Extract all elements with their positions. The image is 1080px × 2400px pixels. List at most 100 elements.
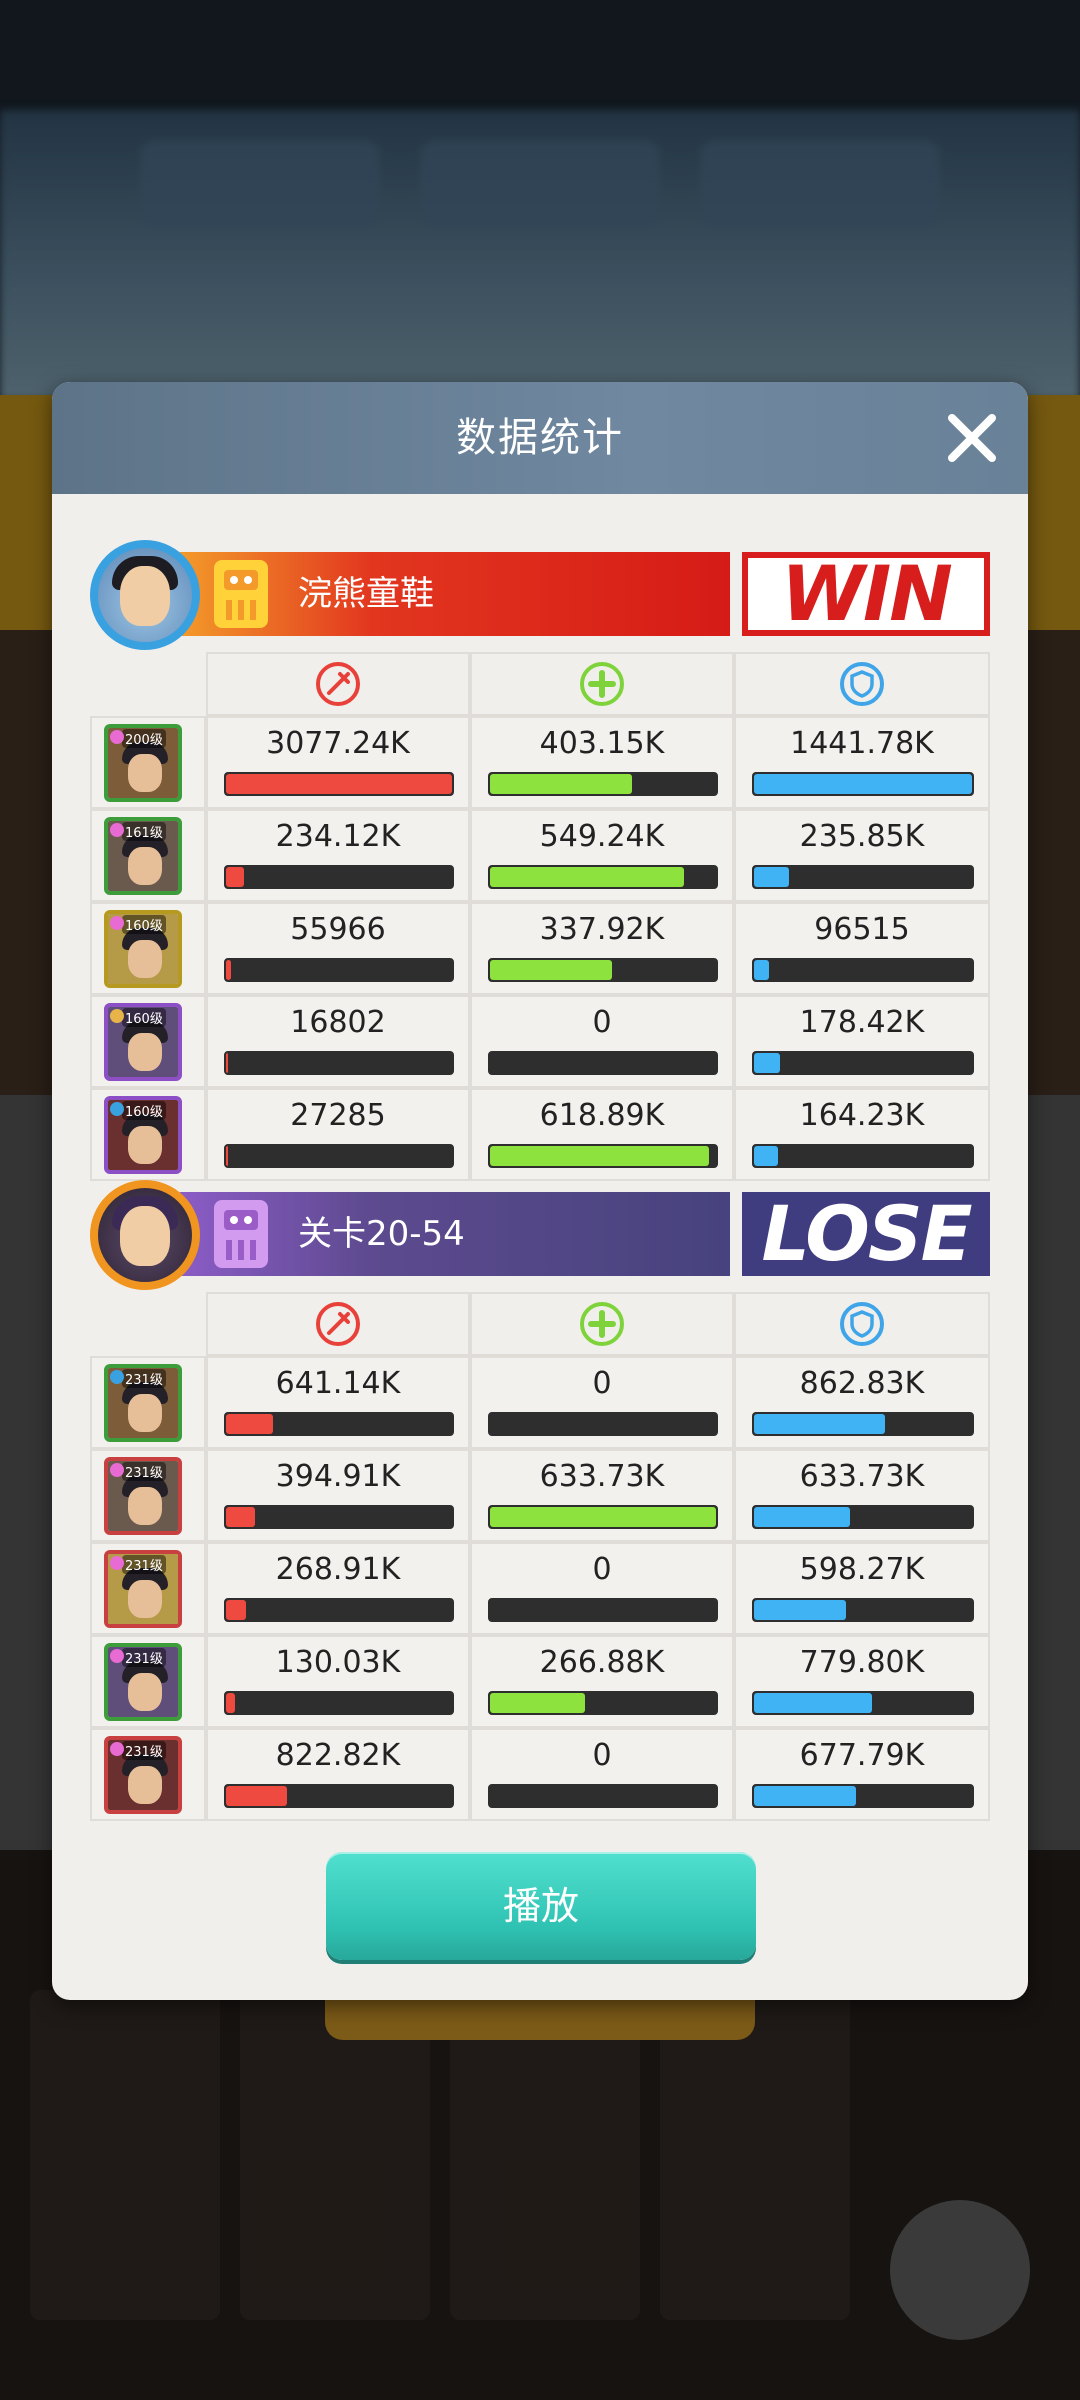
team-name: 关卡20-54	[298, 1214, 465, 1254]
hero-stat-row: 231级 130.03K 266.88K 779.80K	[90, 1635, 990, 1728]
heal-cell: 0	[470, 995, 734, 1088]
shield-bar-fill	[754, 1786, 857, 1806]
damage-value: 822.82K	[275, 1738, 401, 1773]
heal-cell: 633.73K	[470, 1449, 734, 1542]
heal-bar-fill	[490, 1693, 585, 1713]
hero-portrait[interactable]: 200级	[104, 724, 182, 802]
play-button[interactable]: 播放	[326, 1852, 756, 1960]
shield-bar	[752, 1505, 974, 1529]
heal-value: 0	[592, 1552, 612, 1587]
hero-portrait[interactable]: 161级	[104, 817, 182, 895]
hero-rank-gem-icon	[110, 823, 124, 837]
shield-bar-fill	[754, 1053, 781, 1073]
hero-portrait[interactable]: 231级	[104, 1550, 182, 1628]
heal-value: 0	[592, 1366, 612, 1401]
heal-bar	[488, 1144, 718, 1168]
hero-portrait[interactable]: 231级	[104, 1457, 182, 1535]
hero-portrait[interactable]: 160级	[104, 910, 182, 988]
damage-value: 130.03K	[275, 1645, 401, 1680]
damage-value: 394.91K	[275, 1459, 401, 1494]
damage-value: 268.91K	[275, 1552, 401, 1587]
heal-value: 618.89K	[539, 1098, 665, 1133]
shield-bar	[752, 772, 974, 796]
heal-bar	[488, 1784, 718, 1808]
plus-icon	[470, 1292, 734, 1356]
hero-cell: 231级	[90, 1728, 206, 1821]
hero-cell: 200级	[90, 716, 206, 809]
sword-icon	[206, 1292, 470, 1356]
heal-bar	[488, 772, 718, 796]
hero-portrait[interactable]: 231级	[104, 1364, 182, 1442]
team-name: 浣熊童鞋	[298, 574, 434, 614]
heal-value: 633.73K	[539, 1459, 665, 1494]
damage-cell: 130.03K	[206, 1635, 470, 1728]
damage-value: 55966	[290, 912, 386, 947]
hero-level: 231级	[122, 1555, 166, 1574]
shield-bar	[752, 1598, 974, 1622]
hero-rank-gem-icon	[110, 1009, 124, 1023]
shield-cell: 779.80K	[734, 1635, 990, 1728]
damage-bar	[224, 1051, 454, 1075]
team-header-2: 关卡20-54 LOSE	[90, 1180, 990, 1290]
shield-cell: 598.27K	[734, 1542, 990, 1635]
shield-bar-fill	[754, 960, 770, 980]
hero-stat-row: 231级 394.91K 633.73K 633.73K	[90, 1449, 990, 1542]
heal-bar-fill	[490, 1507, 716, 1527]
damage-bar-fill	[226, 867, 245, 887]
heal-cell: 0	[470, 1728, 734, 1821]
shield-value: 178.42K	[799, 1005, 925, 1040]
heal-value: 337.92K	[539, 912, 665, 947]
hero-cell: 160级	[90, 995, 206, 1088]
hero-stat-row: 160级 55966 337.92K 96515	[90, 902, 990, 995]
heal-bar	[488, 1051, 718, 1075]
shield-bar-fill	[754, 867, 789, 887]
shield-value: 598.27K	[799, 1552, 925, 1587]
damage-bar	[224, 1691, 454, 1715]
damage-bar	[224, 1784, 454, 1808]
hero-stat-row: 231级 822.82K 0 677.79K	[90, 1728, 990, 1821]
shield-cell: 862.83K	[734, 1356, 990, 1449]
shield-icon	[734, 652, 990, 716]
damage-value: 3077.24K	[266, 726, 410, 761]
heal-value: 403.15K	[539, 726, 665, 761]
hero-portrait[interactable]: 231级	[104, 1736, 182, 1814]
damage-bar	[224, 1598, 454, 1622]
heal-bar-fill	[490, 774, 633, 794]
hero-rank-gem-icon	[110, 1556, 124, 1570]
shield-cell: 96515	[734, 902, 990, 995]
shield-cell: 164.23K	[734, 1088, 990, 1181]
hero-portrait[interactable]: 231级	[104, 1643, 182, 1721]
damage-bar-fill	[226, 960, 231, 980]
hero-level: 200级	[122, 729, 166, 748]
heal-bar	[488, 958, 718, 982]
hero-rank-gem-icon	[110, 1649, 124, 1663]
damage-bar-fill	[226, 1414, 274, 1434]
shield-icon	[734, 1292, 990, 1356]
hero-stat-row: 231级 268.91K 0 598.27K	[90, 1542, 990, 1635]
hero-stat-row: 200级 3077.24K 403.15K 1441.78K	[90, 716, 990, 809]
hero-portrait[interactable]: 160级	[104, 1003, 182, 1081]
shield-value: 779.80K	[799, 1645, 925, 1680]
damage-bar-fill	[226, 1053, 229, 1073]
hero-level: 160级	[122, 1101, 166, 1120]
damage-cell: 641.14K	[206, 1356, 470, 1449]
hero-cell: 160级	[90, 1088, 206, 1181]
hero-cell: 161级	[90, 809, 206, 902]
shield-value: 96515	[814, 912, 910, 947]
damage-bar	[224, 865, 454, 889]
shield-cell: 1441.78K	[734, 716, 990, 809]
damage-cell: 3077.24K	[206, 716, 470, 809]
hero-portrait[interactable]: 160级	[104, 1096, 182, 1174]
close-button[interactable]	[942, 408, 1002, 468]
hero-cell: 231级	[90, 1449, 206, 1542]
damage-bar	[224, 1505, 454, 1529]
heal-cell: 403.15K	[470, 716, 734, 809]
hero-stat-row: 160级 16802 0 178.42K	[90, 995, 990, 1088]
shield-bar	[752, 1784, 974, 1808]
damage-bar-fill	[226, 774, 452, 794]
shield-bar	[752, 1691, 974, 1715]
shield-value: 677.79K	[799, 1738, 925, 1773]
hero-rank-gem-icon	[110, 1742, 124, 1756]
hero-cell: 231级	[90, 1542, 206, 1635]
hero-rank-gem-icon	[110, 1370, 124, 1384]
